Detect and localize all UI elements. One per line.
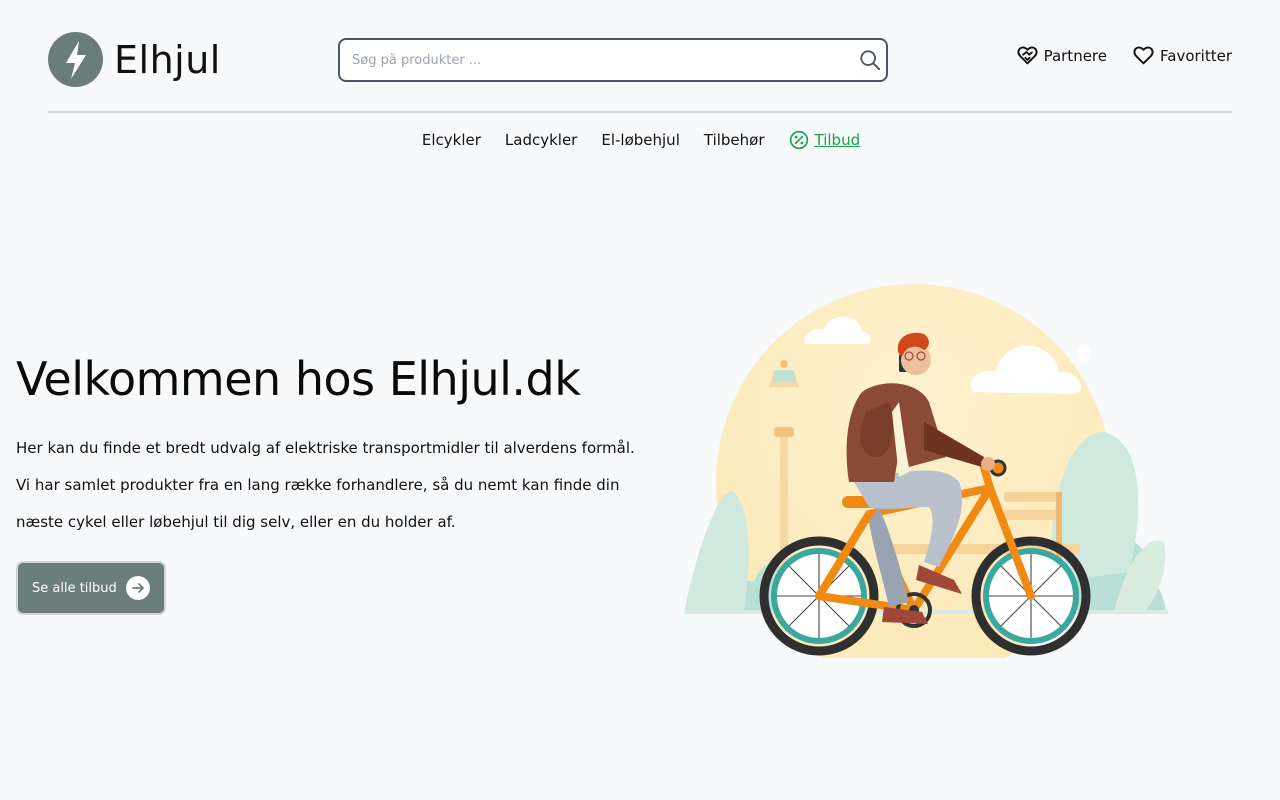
see-all-deals-button[interactable]: Se alle tilbud bbox=[16, 561, 166, 615]
favorites-link[interactable]: Favoritter bbox=[1133, 45, 1232, 66]
hero-text: Her kan du finde et bredt udvalg af elek… bbox=[16, 439, 635, 531]
nav-item-ladcykler[interactable]: Ladcykler bbox=[505, 130, 577, 150]
partners-label: Partnere bbox=[1043, 46, 1107, 65]
nav-item-tilbud-label: Tilbud bbox=[814, 131, 861, 149]
site-header: Elhjul Partnere Favoritter bbox=[48, 31, 1232, 89]
favorites-label: Favoritter bbox=[1160, 46, 1232, 65]
person-riding-bicycle-illustration bbox=[684, 284, 1168, 658]
partners-link[interactable]: Partnere bbox=[1017, 45, 1107, 66]
hero-title: Velkommen hos Elhjul.dk bbox=[16, 352, 581, 406]
partner-heart-icon bbox=[1017, 46, 1038, 65]
search-bar bbox=[338, 38, 888, 82]
see-all-deals-label: Se alle tilbud bbox=[32, 580, 117, 596]
brand-name: Elhjul bbox=[114, 37, 221, 82]
search-icon[interactable] bbox=[859, 49, 881, 71]
search-input[interactable] bbox=[340, 40, 851, 80]
nav-item-tilbehor[interactable]: Tilbehør bbox=[704, 130, 765, 150]
arrow-right-icon bbox=[125, 576, 150, 600]
header-links: Partnere Favoritter bbox=[1017, 45, 1232, 66]
header-divider bbox=[48, 111, 1232, 113]
nav-item-elcykler[interactable]: Elcykler bbox=[422, 130, 481, 150]
logo-link[interactable]: Elhjul bbox=[48, 32, 221, 87]
nav-item-tilbud[interactable]: Tilbud bbox=[789, 130, 861, 150]
lightning-bolt-icon bbox=[48, 32, 103, 87]
category-nav: Elcykler Ladcykler El-løbehjul Tilbehør … bbox=[0, 130, 1280, 150]
nav-item-el-lobehjul[interactable]: El-løbehjul bbox=[601, 130, 680, 150]
heart-icon bbox=[1133, 46, 1154, 65]
percent-badge-icon bbox=[789, 130, 808, 150]
